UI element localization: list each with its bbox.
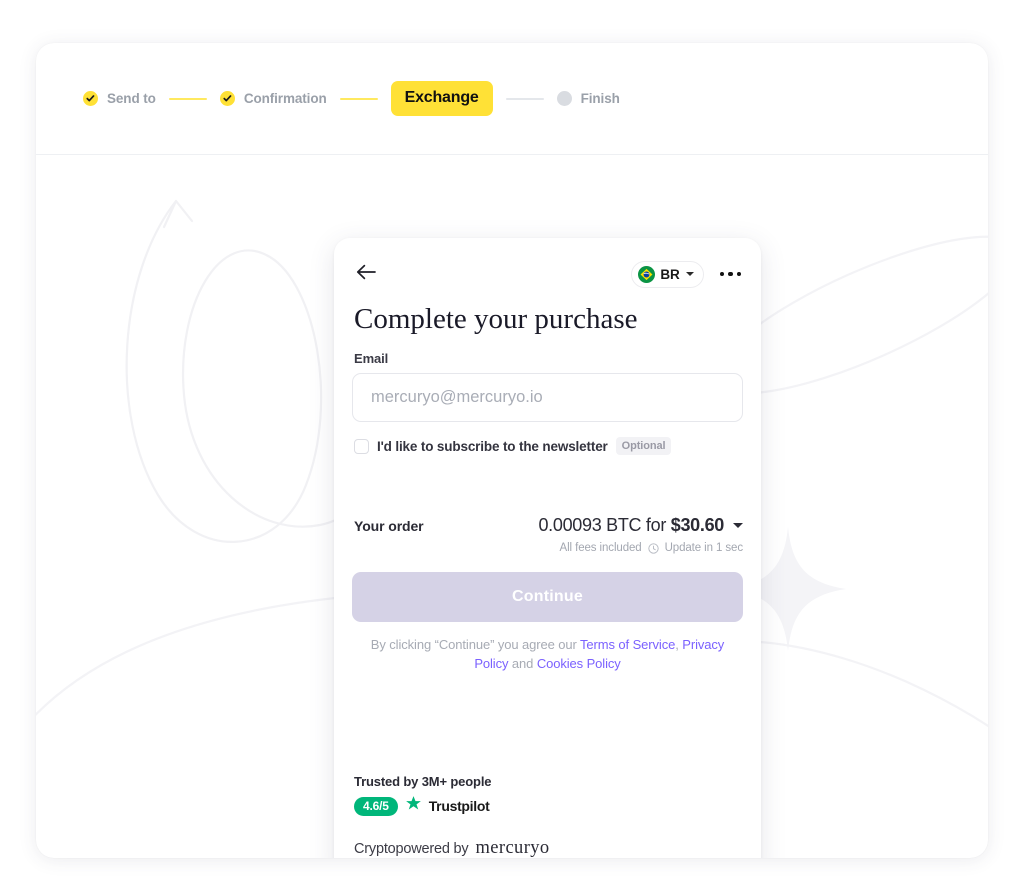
arrow-left-icon — [356, 264, 376, 285]
flex-spacer — [352, 673, 743, 774]
more-options-icon[interactable] — [718, 268, 744, 281]
check-icon — [219, 91, 235, 106]
chevron-down-icon — [733, 523, 743, 528]
step-finish[interactable]: Finish — [556, 91, 620, 106]
terms-and: and — [508, 656, 537, 671]
email-field-label: Email — [354, 351, 389, 366]
star-icon — [405, 795, 422, 817]
step-send-to[interactable]: Send to — [83, 91, 156, 106]
terms-prefix: By clicking “Continue” you agree our — [370, 637, 581, 652]
trustpilot-score-badge: 4.6/5 — [354, 796, 398, 816]
back-button[interactable] — [352, 260, 380, 288]
cookies-policy-link[interactable]: Cookies Policy — [537, 656, 621, 671]
country-selector[interactable]: BR — [631, 260, 704, 288]
widget-header-actions: BR — [631, 260, 744, 288]
trustpilot-label: Trustpilot — [428, 798, 490, 814]
step-confirmation[interactable]: Confirmation — [219, 91, 327, 106]
cryptopowered-by: Cryptopowered by mercuryo — [354, 838, 743, 858]
update-timer-text: Update in 1 sec — [664, 542, 744, 554]
pending-dot-icon — [556, 91, 572, 106]
newsletter-checkbox[interactable] — [354, 438, 369, 454]
screen-root: Send to Confirmation Exchange Finish BR … — [0, 0, 1024, 881]
widget-header: BR — [352, 238, 743, 292]
order-crypto-amount: 0.00093 BTC for — [538, 515, 671, 535]
stepper-connector-2 — [339, 97, 378, 100]
order-fiat-amount: $30.60 — [670, 515, 725, 535]
continue-button[interactable]: Continue — [352, 572, 743, 622]
step-label-confirmation: Confirmation — [243, 91, 327, 106]
fees-included-text: All fees included — [559, 542, 642, 554]
dot — [719, 271, 724, 277]
order-amount-text: 0.00093 BTC for $30.60 — [538, 515, 724, 536]
purchase-widget-card: BR Complete your purchase Email I'd like… — [334, 238, 761, 858]
order-summary: Your order 0.00093 BTC for $30.60 All fe… — [352, 515, 743, 554]
page-title: Complete your purchase — [354, 303, 638, 335]
stepper-connector-1 — [168, 97, 207, 100]
country-code-label: BR — [660, 266, 680, 282]
order-amount-toggle[interactable]: 0.00093 BTC for $30.60 — [538, 515, 743, 536]
checkout-stepper: Send to Confirmation Exchange Finish — [36, 43, 988, 155]
email-input[interactable] — [352, 373, 743, 422]
clock-icon — [647, 542, 659, 554]
terms-of-service-link[interactable]: Terms of Service — [580, 637, 675, 652]
chevron-down-icon — [685, 272, 694, 276]
terms-disclaimer: By clicking “Continue” you agree our Ter… — [352, 635, 743, 673]
step-label-exchange: Exchange — [404, 89, 479, 106]
trustpilot-rating[interactable]: 4.6/5 Trustpilot — [354, 795, 743, 817]
stepper-connector-3 — [505, 97, 544, 100]
newsletter-label: I'd like to subscribe to the newsletter — [377, 438, 608, 454]
check-icon — [83, 91, 98, 106]
order-label: Your order — [354, 518, 424, 534]
optional-badge: Optional — [615, 437, 672, 455]
step-exchange[interactable]: Exchange — [390, 81, 493, 116]
dot — [736, 271, 741, 277]
order-fees-note: All fees included Update in 1 sec — [352, 542, 744, 554]
trusted-by-text: Trusted by 3M+ people — [354, 774, 492, 789]
widget-footer: Trusted by 3M+ people 4.6/5 Trustpilot C… — [354, 774, 743, 858]
outer-container: Send to Confirmation Exchange Finish BR … — [36, 43, 988, 858]
step-label-finish: Finish — [580, 91, 620, 106]
dot — [728, 271, 733, 277]
cryptopowered-text: Cryptopowered by — [354, 841, 469, 857]
mercuryo-logo: mercuryo — [475, 838, 550, 858]
newsletter-subscribe-row[interactable]: I'd like to subscribe to the newsletter … — [354, 437, 743, 455]
brazil-flag-icon — [638, 265, 656, 283]
order-summary-row: Your order 0.00093 BTC for $30.60 — [354, 515, 743, 536]
step-label-send-to: Send to — [107, 91, 156, 106]
